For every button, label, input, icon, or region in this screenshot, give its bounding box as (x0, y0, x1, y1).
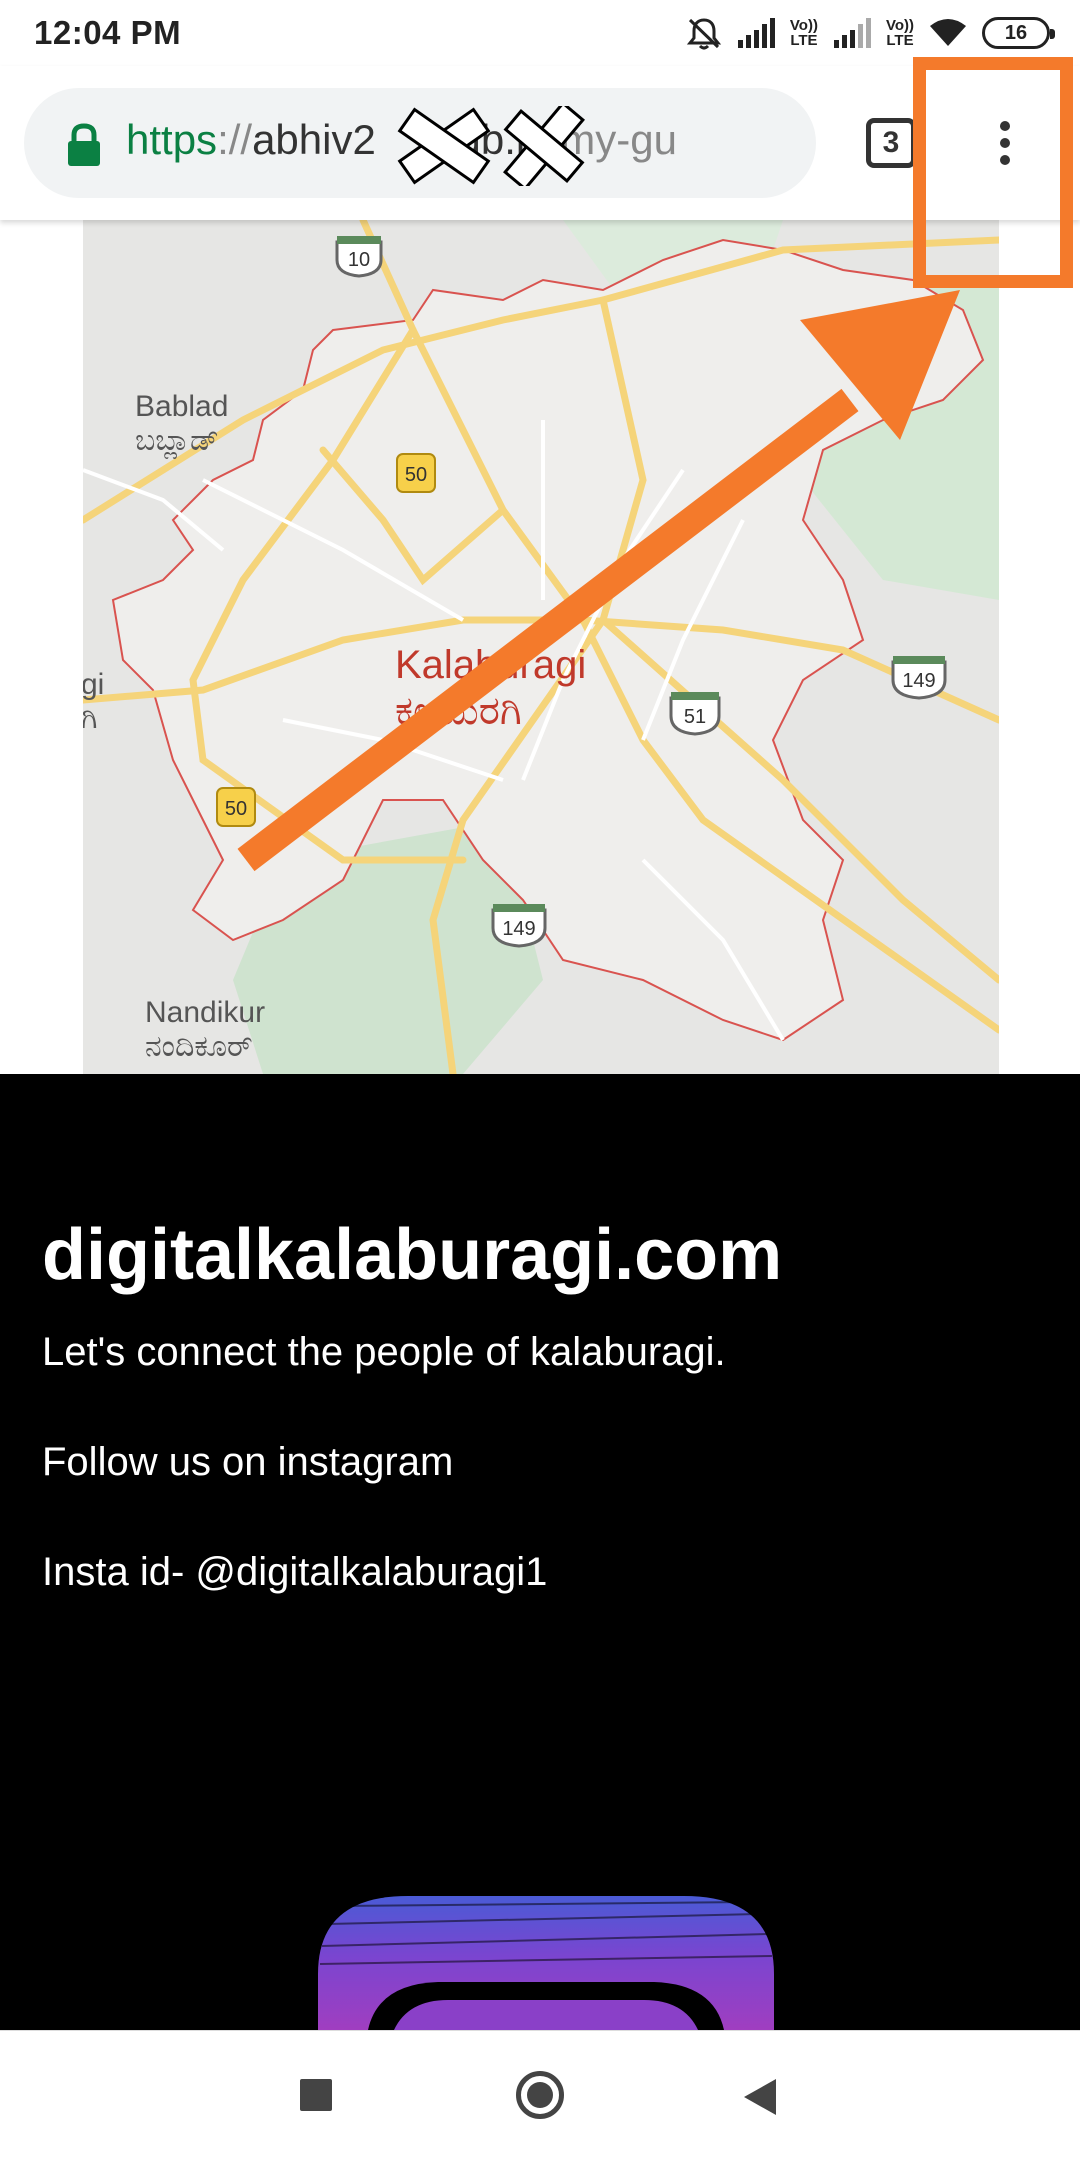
recents-button[interactable] (300, 2079, 332, 2111)
system-nav-bar (0, 2030, 1080, 2160)
battery-indicator: 16 (982, 17, 1055, 49)
status-time: 12:04 PM (34, 14, 182, 51)
map-label-bablad: Bablad ಬಬ್ಲಾಡ್ (135, 390, 229, 457)
back-button[interactable] (742, 2077, 778, 2117)
svg-text:50: 50 (405, 464, 427, 486)
tagline: Let's connect the people of kalaburagi. (42, 1330, 726, 1374)
redaction-bandage-icon (397, 106, 585, 186)
svg-text:51: 51 (684, 706, 706, 728)
svg-text:10: 10 (348, 249, 370, 271)
highway-shield: 10 (333, 232, 385, 283)
highway-shield: 50 (395, 452, 437, 499)
home-button[interactable] (516, 2071, 564, 2119)
annotation-highlight-box (913, 57, 1073, 288)
highway-shield: 149 (889, 652, 949, 705)
svg-text:149: 149 (502, 918, 535, 940)
home-icon (527, 2082, 553, 2108)
address-bar[interactable]: https://abhiv2 ub.io/my-gu (24, 88, 816, 198)
follow-text: Follow us on instagram (42, 1440, 454, 1484)
site-title: digitalkalaburagi.com (42, 1215, 783, 1295)
lock-icon (68, 123, 100, 166)
highway-shield: 149 (489, 900, 549, 953)
mute-icon (686, 18, 722, 50)
insta-id-text: Insta id- @digitalkalaburagi1 (42, 1550, 548, 1594)
url-scheme: https (126, 116, 218, 163)
instagram-logo-icon (298, 1894, 794, 2030)
map-label-nandikur: Nandikur ನಂದಿಕೂರ್ (145, 996, 266, 1063)
svg-text:149: 149 (902, 670, 935, 692)
footer-section: digitalkalaburagi.com Let's connect the … (0, 1074, 1080, 2030)
status-icons: Vo)) LTE Vo)) LTE 16 (686, 14, 1055, 52)
lte-indicator: Vo)) LTE (789, 17, 818, 49)
map-label-edge-left: gi ಗಿ (83, 668, 105, 735)
wifi-icon (930, 19, 966, 46)
highway-shield: 51 (667, 688, 723, 741)
signal-icon (833, 18, 871, 48)
tab-switcher-button[interactable]: 3 (866, 118, 916, 168)
map-image: Bablad ಬಬ್ಲಾಡ್ gi ಗಿ Kalaburagi ಕಲಬುರಗಿ … (83, 220, 999, 1074)
map-label-kalaburagi: Kalaburagi ಕಲಬುರಗಿ (395, 643, 587, 733)
highway-shield: 50 (215, 786, 257, 833)
svg-text:50: 50 (225, 798, 247, 820)
signal-icon (737, 18, 775, 48)
lte-indicator: Vo)) LTE (885, 17, 914, 49)
url-separator: :// (217, 116, 253, 163)
